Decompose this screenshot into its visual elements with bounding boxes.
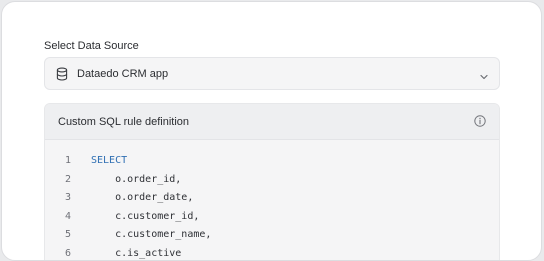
- code-line: 1 SELECT: [45, 152, 499, 171]
- code-line: 2 o.order_id,: [45, 171, 499, 190]
- code-line: 5 c.customer_name,: [45, 226, 499, 245]
- line-number: 6: [45, 245, 71, 261]
- sql-code-text: c.is_active: [91, 245, 181, 261]
- sql-rule-title: Custom SQL rule definition: [58, 115, 189, 129]
- code-line: 3 o.order_date,: [45, 189, 499, 208]
- code-line: 4 c.customer_id,: [45, 208, 499, 227]
- chevron-down-icon: [479, 69, 489, 79]
- data-source-label: Select Data Source: [44, 39, 139, 53]
- sql-code-text: o.order_id,: [91, 171, 181, 190]
- sql-rule-panel: Custom SQL rule definition 1SELECT2 o.or…: [44, 103, 500, 261]
- line-number: 4: [45, 208, 71, 227]
- database-icon: [56, 67, 68, 81]
- info-icon[interactable]: [474, 114, 486, 126]
- code-line: 6 c.is_active: [45, 245, 499, 261]
- sql-code-editor[interactable]: 1SELECT2 o.order_id,3 o.order_date,4 c.c…: [45, 152, 499, 261]
- sql-code-text: c.customer_id,: [91, 208, 199, 227]
- line-number: 3: [45, 189, 71, 208]
- data-source-value: Dataedo CRM app: [77, 67, 168, 81]
- sql-code-text: c.customer_name,: [91, 226, 211, 245]
- data-source-select[interactable]: Dataedo CRM app: [44, 57, 500, 90]
- line-number: 1: [45, 152, 71, 171]
- sql-keyword: SELECT: [91, 152, 127, 171]
- line-number: 5: [45, 226, 71, 245]
- sql-rule-header: Custom SQL rule definition: [45, 104, 499, 140]
- sql-rule-card: Select Data Source Dataedo CRM app Custo…: [1, 1, 542, 261]
- line-number: 2: [45, 171, 71, 190]
- sql-code-text: o.order_date,: [91, 189, 193, 208]
